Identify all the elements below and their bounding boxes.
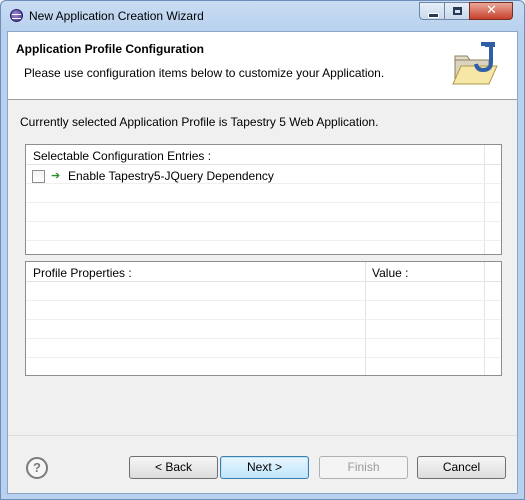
row-divider [26,357,501,358]
eclipse-app-icon [10,9,23,22]
config-column-header: Selectable Configuration Entries : [33,149,212,163]
wizard-window: New Application Creation Wizard ✕ Applic… [0,0,525,500]
maximize-button[interactable] [444,2,470,20]
config-table-header: Selectable Configuration Entries : [26,145,501,165]
maximize-icon [453,7,462,15]
row-divider [26,240,501,241]
page-description: Please use configuration items below to … [24,66,385,80]
close-icon: ✕ [486,3,497,18]
config-entry-label[interactable]: Enable Tapestry5-JQuery Dependency [68,169,274,183]
title-bar[interactable]: New Application Creation Wizard ✕ [1,1,525,31]
finish-button[interactable]: Finish [319,456,408,479]
minimize-button[interactable] [419,2,445,20]
back-button[interactable]: < Back [129,456,218,479]
help-button[interactable]: ? [26,457,48,479]
row-divider [26,338,501,339]
row-divider [26,319,501,320]
row-divider [26,300,501,301]
help-icon: ? [33,460,41,475]
button-bar-divider [8,435,517,436]
page-title: Application Profile Configuration [16,42,204,56]
column-divider [484,145,485,254]
wizard-header: Application Profile Configuration Please… [8,32,517,100]
properties-table-header: Profile Properties : Value : [26,262,501,282]
selected-profile-text: Currently selected Application Profile i… [20,115,379,129]
profile-properties-table[interactable]: Profile Properties : Value : [25,261,502,376]
dependency-arrow-icon: ➔ [51,170,61,182]
cancel-button[interactable]: Cancel [417,456,506,479]
row-divider [26,202,501,203]
wizard-content: Application Profile Configuration Please… [7,31,518,494]
minimize-icon [428,13,439,18]
profile-properties-column-header[interactable]: Profile Properties : [33,266,132,280]
row-divider [26,183,501,184]
row-divider [26,221,501,222]
configuration-entries-table[interactable]: Selectable Configuration Entries : ➔ Ena… [25,144,502,255]
window-title: New Application Creation Wizard [29,9,204,23]
close-button[interactable]: ✕ [469,2,513,20]
enable-jquery-checkbox[interactable] [32,170,45,183]
value-column-header[interactable]: Value : [372,266,408,280]
next-button[interactable]: Next > [220,456,309,479]
folder-java-icon [452,42,498,85]
